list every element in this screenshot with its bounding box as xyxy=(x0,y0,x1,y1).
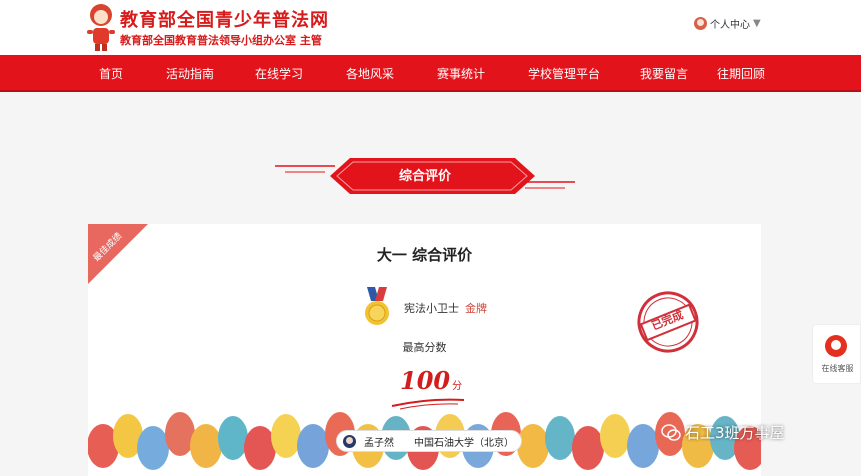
site-subtitle: 教育部全国教育普法领导小组办公室 主管 xyxy=(120,34,322,47)
award-level: 金牌 xyxy=(465,302,487,315)
service-label: 在线客服 xyxy=(821,364,854,373)
nav-item-home[interactable]: 首页 xyxy=(99,65,123,82)
nav-item-school-platform[interactable]: 学校管理平台 xyxy=(528,65,600,82)
score: 100 分 xyxy=(400,366,462,395)
main-nav: 首页 活动指南 在线学习 各地风采 赛事统计 学校管理平台 我要留言 往期回顾 xyxy=(0,55,861,92)
site-title[interactable]: 教育部全国青少年普法网 xyxy=(120,6,329,32)
nav-item-regional[interactable]: 各地风采 xyxy=(346,65,394,82)
award-name: 宪法小卫士 xyxy=(404,302,459,315)
user-info-bar: 孟子然 中国石油大学（北京） xyxy=(336,430,522,452)
user-school: 中国石油大学（北京） xyxy=(414,437,514,449)
score-value: 100 xyxy=(400,366,451,395)
score-label: 最高分数 xyxy=(402,341,447,354)
score-unit: 分 xyxy=(452,381,463,392)
user-avatar-icon xyxy=(694,17,707,30)
customer-service-icon xyxy=(825,335,847,357)
site-header: 教育部全国青少年普法网 教育部全国教育普法领导小组办公室 主管 个人中心 ▼ xyxy=(0,0,861,55)
user-avatar-icon xyxy=(343,434,356,448)
section-title: 综合评价 xyxy=(398,169,451,184)
user-name: 孟子然 xyxy=(364,437,394,449)
watermark-text: 石工3班万事屋 xyxy=(685,424,785,442)
caret-down-icon[interactable]: ▼ xyxy=(753,18,761,29)
personal-center-menu[interactable]: 个人中心 ▼ xyxy=(694,16,761,31)
nav-item-stats[interactable]: 赛事统计 xyxy=(437,65,485,82)
mascot-logo-icon[interactable] xyxy=(84,2,118,52)
online-service-button[interactable]: 在线客服 xyxy=(812,324,861,384)
personal-center-label[interactable]: 个人中心 xyxy=(710,16,750,31)
section-banner: 综合评价 xyxy=(275,152,575,202)
nav-item-review[interactable]: 往期回顾 xyxy=(717,65,765,82)
watermark: 石工3班万事屋 xyxy=(661,422,785,443)
nav-item-guide[interactable]: 活动指南 xyxy=(166,65,214,82)
nav-item-message[interactable]: 我要留言 xyxy=(640,65,688,82)
nav-item-online-learning[interactable]: 在线学习 xyxy=(255,65,303,82)
gold-medal-icon xyxy=(365,287,389,325)
wechat-icon xyxy=(661,423,681,441)
card-title: 大一 综合评价 xyxy=(376,246,473,264)
